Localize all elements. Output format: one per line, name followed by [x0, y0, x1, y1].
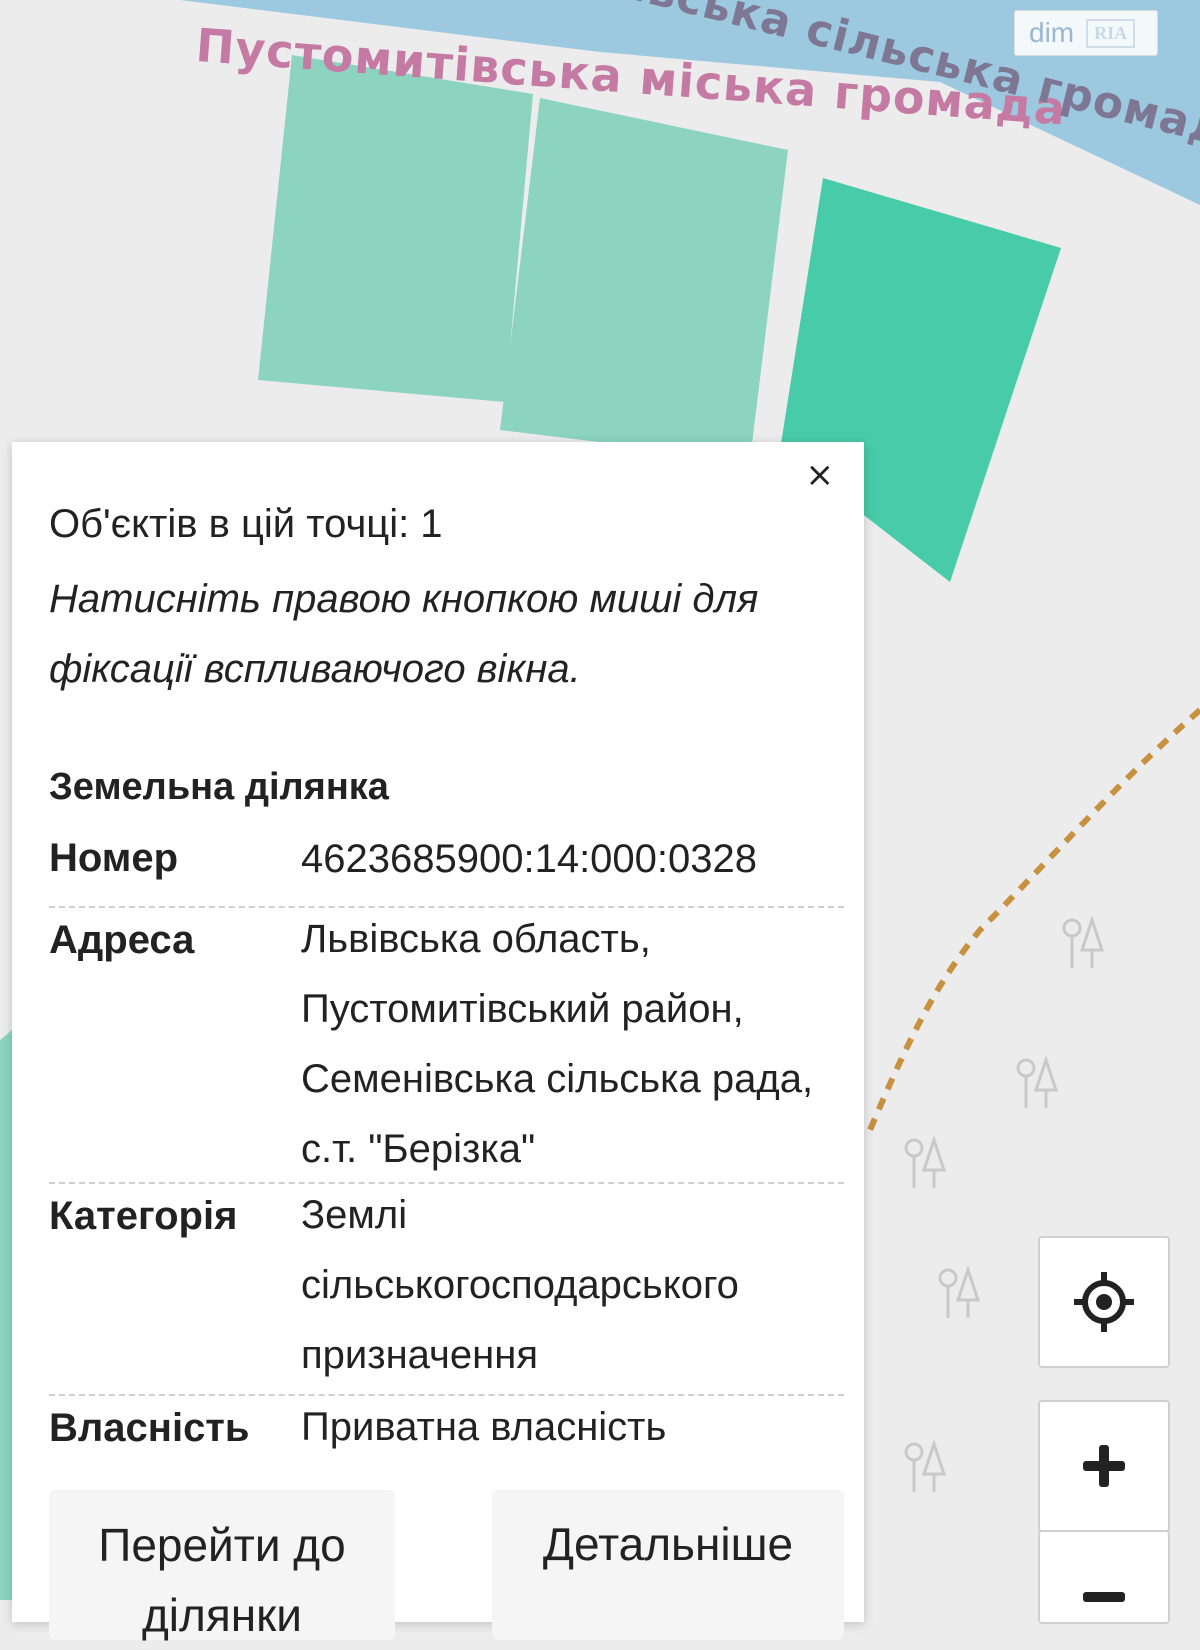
section-title: Земельна ділянка [49, 766, 389, 808]
objects-count: Об'єктів в цій точці: 1 [49, 502, 443, 546]
attr-key-ownership: Власність [49, 1406, 250, 1450]
close-icon[interactable]: × [806, 458, 835, 492]
watermark-ria: RIA [1086, 18, 1136, 48]
attr-key-number: Номер [49, 836, 179, 880]
zoom-in-button[interactable] [1038, 1400, 1170, 1532]
watermark-dim: dim [1029, 17, 1075, 48]
parcel-edge [0, 1030, 12, 1600]
attr-row-number: Номер 4623685900:14:000:0328 [49, 836, 844, 908]
locate-button[interactable] [1038, 1236, 1170, 1368]
minus-icon [1083, 1592, 1125, 1602]
plus-icon [1083, 1445, 1125, 1487]
popup-hint: Натисніть правою кнопкою миші для фіксац… [49, 577, 759, 691]
attr-key-address: Адреса [49, 918, 195, 962]
attr-value-address: Львівська область, Пустомитівський район… [301, 917, 814, 1171]
watermark-logo: dim RIA [1014, 10, 1158, 56]
locate-icon [1074, 1272, 1134, 1332]
attr-value-ownership: Приватна власність [301, 1405, 667, 1449]
attr-value-category: Землі сільськогосподарського призначення [301, 1193, 739, 1377]
attr-row-address: Адреса Львівська область, Пустомитівськи… [49, 908, 844, 1184]
parcel-1[interactable] [258, 55, 533, 402]
zoom-out-button[interactable] [1038, 1530, 1170, 1624]
attr-row-category: Категорія Землі сільськогосподарського п… [49, 1184, 844, 1396]
details-button[interactable]: Детальніше [492, 1490, 844, 1640]
attr-row-ownership: Власність Приватна власність [49, 1396, 844, 1466]
attr-key-category: Категорія [49, 1194, 238, 1238]
parcel-2[interactable] [500, 98, 788, 460]
goto-parcel-button[interactable]: Перейти до ділянки [49, 1490, 395, 1641]
parcel-info-popup: × Об'єктів в цій точці: 1 Натисніть прав… [12, 442, 864, 1641]
attr-value-number: 4623685900:14:000:0328 [301, 837, 758, 881]
